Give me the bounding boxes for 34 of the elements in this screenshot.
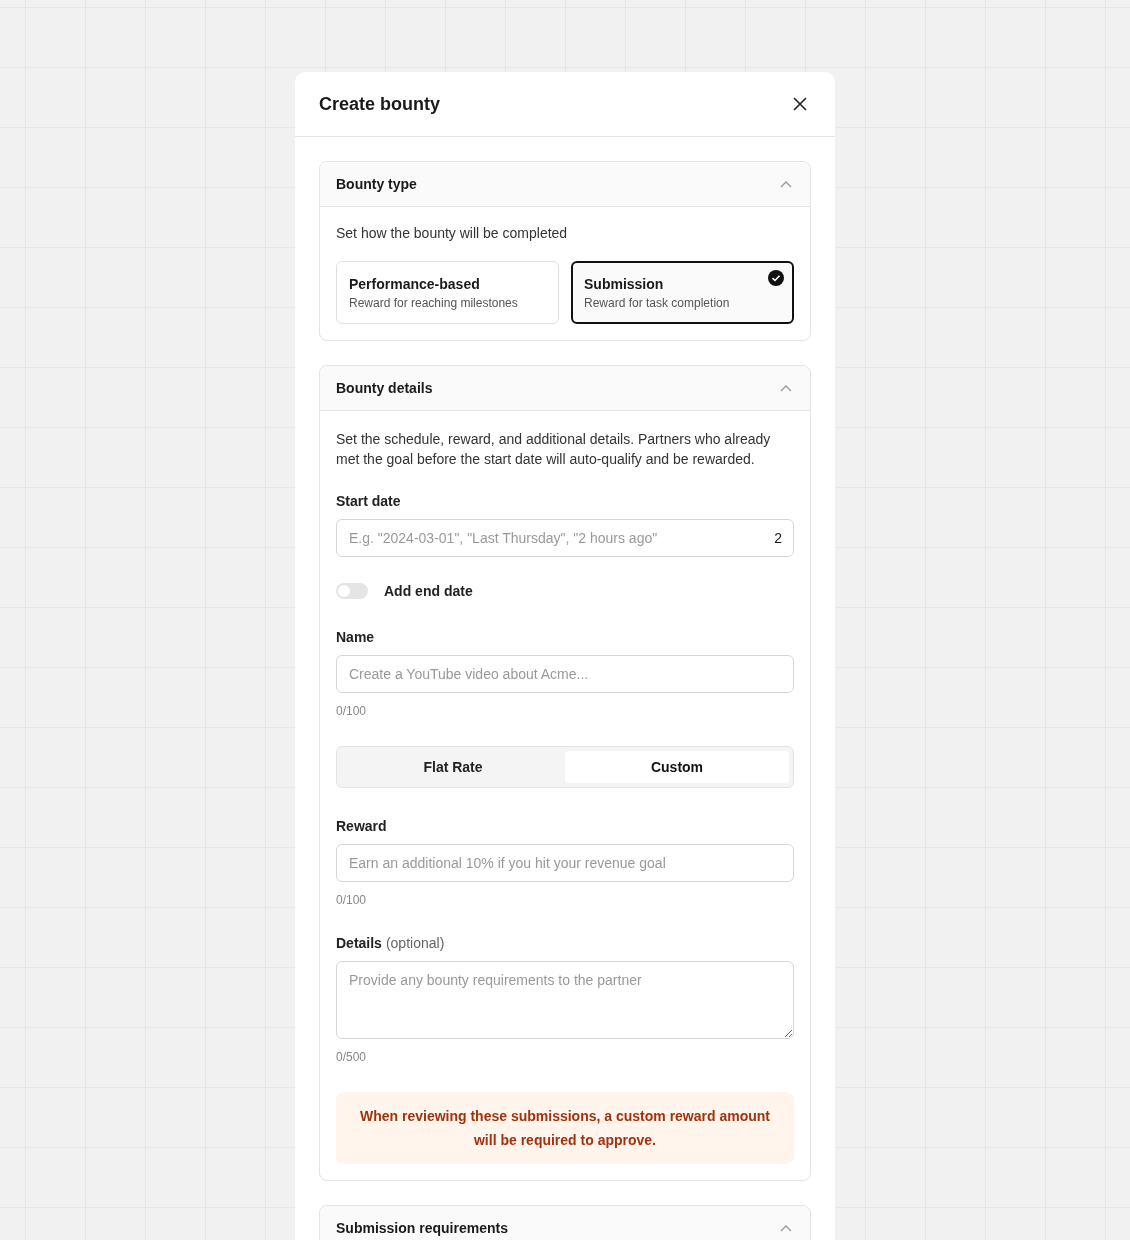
field-label: Reward [336, 818, 388, 834]
dialog-title: Create bounty [319, 93, 441, 115]
option-title: Performance-based [349, 276, 480, 292]
toggle-switch[interactable] [336, 583, 368, 599]
section-header[interactable]: Submission requirements [320, 1206, 810, 1240]
date-preview: 2 [774, 530, 782, 546]
segment-tab[interactable]: Custom [565, 751, 789, 783]
notice-banner: When reviewing these submissions, a custom reward amount will be required to approve. [336, 1092, 794, 1164]
section-description: Set the schedule, reward, and additional details. Partners who already met the goal before the start date will auto-qualify and be rewarded. [336, 430, 772, 469]
toggle-label: Add end date [384, 583, 473, 599]
option-title: Submission [584, 276, 664, 292]
option-subtitle: Reward for reaching milestones [349, 296, 518, 310]
field-label: Start date [336, 493, 402, 509]
reward-field[interactable]: Earn an additional 10% if you hit your revenue goal [336, 844, 794, 882]
character-counter: 0/500 [336, 1050, 368, 1064]
bounty-type-option[interactable]: Performance-based Reward for reaching milestones [336, 261, 559, 324]
character-counter: 0/100 [336, 704, 368, 718]
name-field[interactable]: Create a YouTube video about Acme... [336, 655, 794, 693]
section-description: Set how the bounty will be completed [336, 225, 569, 241]
option-subtitle: Reward for task completion [584, 296, 730, 310]
segment-tab[interactable]: Flat Rate [341, 751, 565, 783]
section-header[interactable]: Bounty details [320, 366, 810, 411]
field-label: Name [336, 629, 376, 645]
checkmark-icon [768, 270, 784, 286]
section-header[interactable]: Bounty type [320, 162, 810, 207]
field-label: Details [336, 935, 382, 951]
character-counter: 0/100 [336, 893, 368, 907]
chevron-icon [780, 1224, 792, 1232]
details-textarea[interactable]: Provide any bounty requirements to the partner [336, 961, 794, 1039]
bounty-type-option[interactable]: Submission Reward for task completion [571, 261, 794, 324]
chevron-icon [780, 180, 792, 188]
close-icon [793, 97, 807, 111]
optional-hint: (optional) [385, 935, 445, 951]
chevron-icon [780, 384, 792, 392]
